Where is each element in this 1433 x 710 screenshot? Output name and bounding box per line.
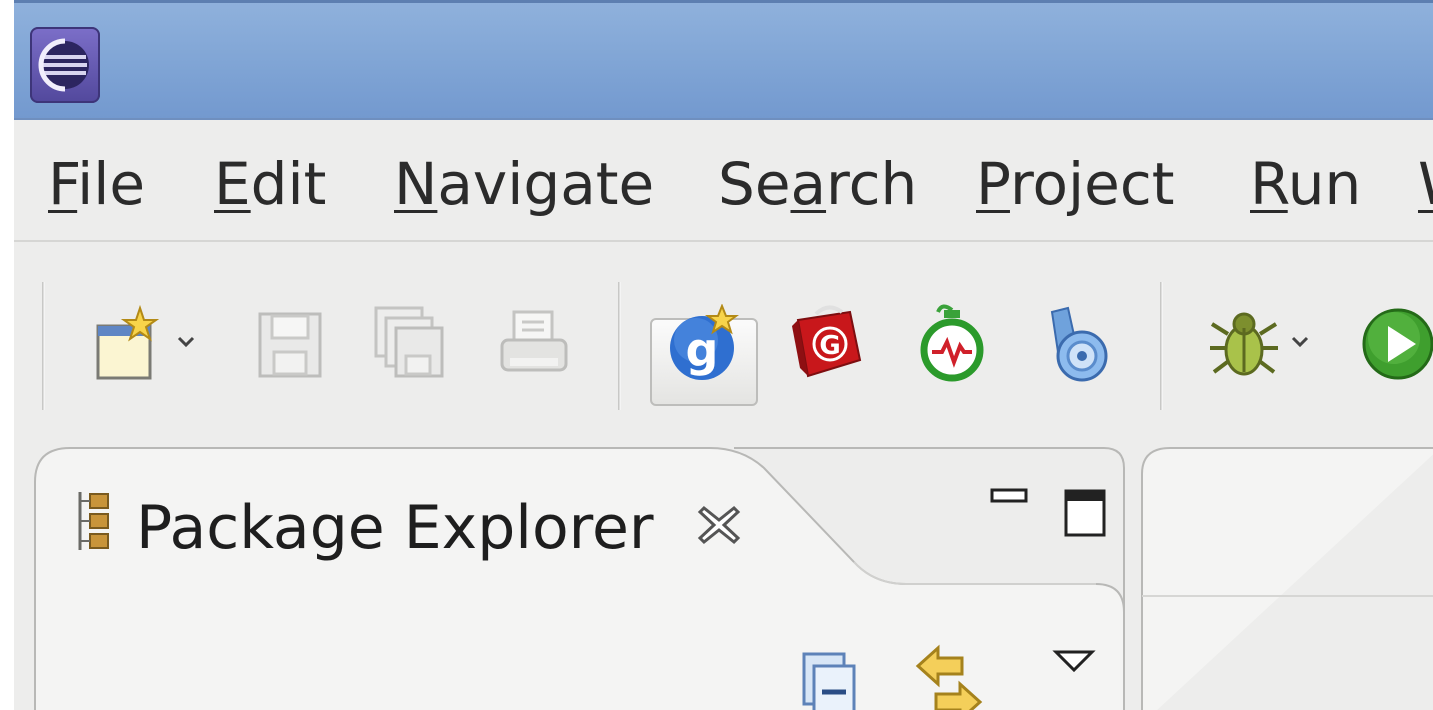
menu-window-mnemonic: W	[1418, 150, 1433, 218]
menu-project-mnemonic: P	[976, 150, 1010, 218]
debug-dropdown-icon[interactable]	[1290, 334, 1310, 348]
menu-file-label: ile	[77, 150, 146, 218]
menu-navigate[interactable]: Navigate	[394, 148, 654, 220]
svg-text:G: G	[819, 331, 840, 361]
close-icon[interactable]	[694, 502, 744, 548]
menu-file-mnemonic: F	[48, 150, 78, 218]
new-wizard-dropdown-icon[interactable]	[176, 334, 196, 348]
toolbar-separator	[1160, 282, 1163, 410]
eclipse-icon[interactable]	[30, 27, 100, 103]
debug-icon[interactable]	[1204, 304, 1284, 384]
menu-search[interactable]: Search	[718, 148, 917, 220]
menu-window[interactable]: W	[1418, 148, 1433, 220]
eclipse-window: File Edit Navigate Search Project Run W	[14, 0, 1433, 710]
menu-run-mnemonic: R	[1250, 150, 1288, 218]
toolbar-separator	[618, 282, 621, 410]
speed-tracer-icon[interactable]	[1034, 304, 1114, 384]
menu-navigate-label: avigate	[437, 150, 655, 218]
title-bar	[14, 0, 1433, 120]
print-icon[interactable]	[496, 304, 576, 384]
menu-search-prefix: Se	[718, 150, 791, 218]
menu-run-label: un	[1287, 150, 1362, 218]
view-menu-icon[interactable]	[1052, 648, 1096, 674]
menu-navigate-mnemonic: N	[394, 150, 438, 218]
editor-area	[1140, 444, 1433, 710]
toolbar-separator	[42, 282, 45, 410]
menu-project-label: roject	[1009, 150, 1175, 218]
save-icon[interactable]	[252, 304, 332, 384]
minimize-icon[interactable]	[990, 488, 1030, 504]
menu-edit[interactable]: Edit	[214, 148, 326, 220]
package-explorer-icon	[74, 490, 114, 552]
new-wizard-icon[interactable]	[94, 304, 174, 384]
menu-project[interactable]: Project	[976, 148, 1174, 220]
main-toolbar: g G	[14, 242, 1433, 442]
menu-run[interactable]: Run	[1250, 148, 1361, 220]
menu-edit-mnemonic: E	[214, 150, 251, 218]
package-explorer-view: Package Explorer	[34, 444, 1126, 710]
link-with-editor-icon[interactable]	[914, 644, 984, 710]
maximize-icon[interactable]	[1062, 488, 1110, 540]
run-icon[interactable]	[1358, 304, 1433, 384]
package-explorer-title[interactable]: Package Explorer	[136, 492, 654, 564]
collapse-all-icon[interactable]	[800, 650, 860, 710]
profiler-icon[interactable]	[912, 304, 992, 384]
menu-edit-label: dit	[250, 150, 327, 218]
gwt-icon[interactable]: G	[788, 304, 868, 384]
menu-search-label: rch	[826, 150, 918, 218]
menu-file[interactable]: File	[48, 148, 145, 220]
menu-bar: File Edit Navigate Search Project Run W	[14, 120, 1433, 242]
menu-search-mnemonic: a	[790, 150, 827, 218]
save-all-icon[interactable]	[372, 304, 452, 384]
google-plugin-icon[interactable]: g	[664, 304, 744, 384]
